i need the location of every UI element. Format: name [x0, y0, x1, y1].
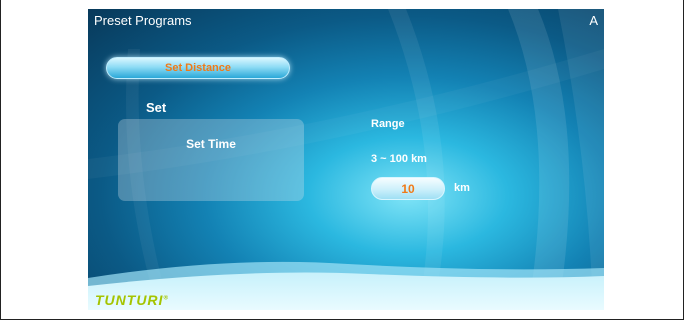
- distance-input[interactable]: [371, 177, 445, 200]
- set-heading: Set: [146, 100, 167, 115]
- logo-text: TUNTURI: [95, 292, 164, 308]
- set-options-panel: Set Time: [118, 119, 304, 201]
- range-label: Range: [371, 118, 405, 130]
- distance-unit-label: km: [454, 182, 470, 194]
- window-frame: Preset Programs A Set Set Time Set Dista…: [0, 0, 684, 320]
- registered-mark: ®: [163, 295, 168, 302]
- range-value: 3 ~ 100 km: [371, 153, 427, 165]
- set-distance-button[interactable]: Set Distance: [106, 57, 290, 79]
- page-title: Preset Programs: [94, 13, 192, 28]
- corner-label: A: [589, 13, 598, 28]
- set-time-button[interactable]: Set Time: [118, 137, 304, 151]
- tunturi-logo: TUNTURI®: [95, 292, 168, 308]
- console-screen: Preset Programs A Set Set Time Set Dista…: [88, 9, 604, 310]
